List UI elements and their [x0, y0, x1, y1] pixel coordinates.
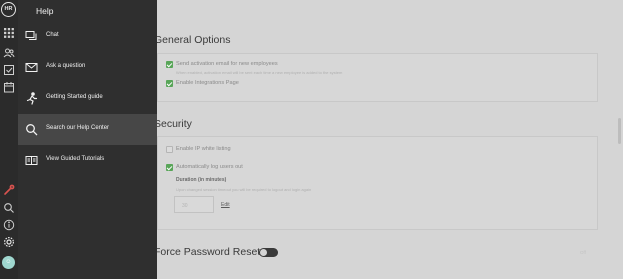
- activation-email-checkbox[interactable]: [166, 61, 173, 68]
- search-icon: [25, 123, 38, 136]
- help-item-label: Getting Started guide: [46, 94, 103, 100]
- help-item-ask-question[interactable]: Ask a question: [18, 52, 157, 83]
- security-heading: Security: [157, 118, 192, 130]
- help-item-getting-started[interactable]: Getting Started guide: [18, 83, 157, 114]
- settings-content: General Options Send activation email fo…: [157, 0, 623, 279]
- info-icon[interactable]: [3, 219, 15, 231]
- runner-icon: [25, 92, 38, 105]
- user-avatar[interactable]: ☺: [2, 256, 15, 269]
- grid-icon[interactable]: [3, 27, 15, 39]
- activation-email-hint: When enabled, activation email will be s…: [176, 70, 343, 75]
- auto-logout-checkbox[interactable]: [166, 164, 173, 171]
- search-icon[interactable]: [3, 202, 15, 214]
- security-box: Enable IP white listing Automatically lo…: [157, 136, 598, 230]
- help-panel: Help Chat Ask a question Getting Started…: [18, 0, 157, 279]
- chat-icon: [25, 30, 38, 43]
- people-icon[interactable]: [3, 47, 15, 59]
- wrench-icon[interactable]: [3, 184, 15, 196]
- content-scrollbar[interactable]: [618, 118, 621, 144]
- gear-icon[interactable]: [3, 236, 15, 248]
- help-item-guided-tutorials[interactable]: View Guided Tutorials: [18, 145, 157, 176]
- mail-icon: [25, 61, 38, 74]
- help-item-label: Search our Help Center: [46, 125, 110, 131]
- help-item-label: Ask a question: [46, 63, 86, 69]
- ip-whitelist-label: Enable IP white listing: [176, 146, 231, 152]
- duration-edit-link[interactable]: Edit: [221, 202, 230, 208]
- ip-whitelist-checkbox[interactable]: [166, 146, 173, 153]
- integrations-page-checkbox[interactable]: [166, 80, 173, 87]
- help-panel-title: Help: [36, 6, 54, 16]
- duration-input[interactable]: 30: [174, 196, 214, 213]
- force-password-reset-toggle[interactable]: [259, 248, 278, 257]
- force-password-reset-heading: Force Password Reset: [157, 246, 261, 258]
- help-item-search-help-center[interactable]: Search our Help Center: [18, 114, 157, 145]
- help-item-label: View Guided Tutorials: [46, 156, 105, 162]
- activation-email-label: Send activation email for new employees: [176, 61, 278, 67]
- force-reset-status: Off: [580, 250, 586, 255]
- calendar-icon[interactable]: [3, 81, 15, 93]
- auto-logout-label: Automatically log users out: [176, 164, 243, 170]
- app-logo[interactable]: HR: [1, 2, 16, 17]
- integrations-page-label: Enable Integrations Page: [176, 80, 239, 86]
- duration-label: Duration (in minutes): [176, 177, 227, 183]
- general-options-heading: General Options: [157, 34, 231, 46]
- book-icon: [25, 154, 38, 167]
- general-options-box: Send activation email for new employees …: [157, 53, 598, 102]
- duration-hint: Upon changed session timeout you will be…: [176, 187, 312, 192]
- icon-rail: HR ☺: [0, 0, 18, 279]
- help-item-label: Chat: [46, 32, 59, 38]
- checklist-icon[interactable]: [3, 64, 15, 76]
- help-item-chat[interactable]: Chat: [18, 21, 157, 52]
